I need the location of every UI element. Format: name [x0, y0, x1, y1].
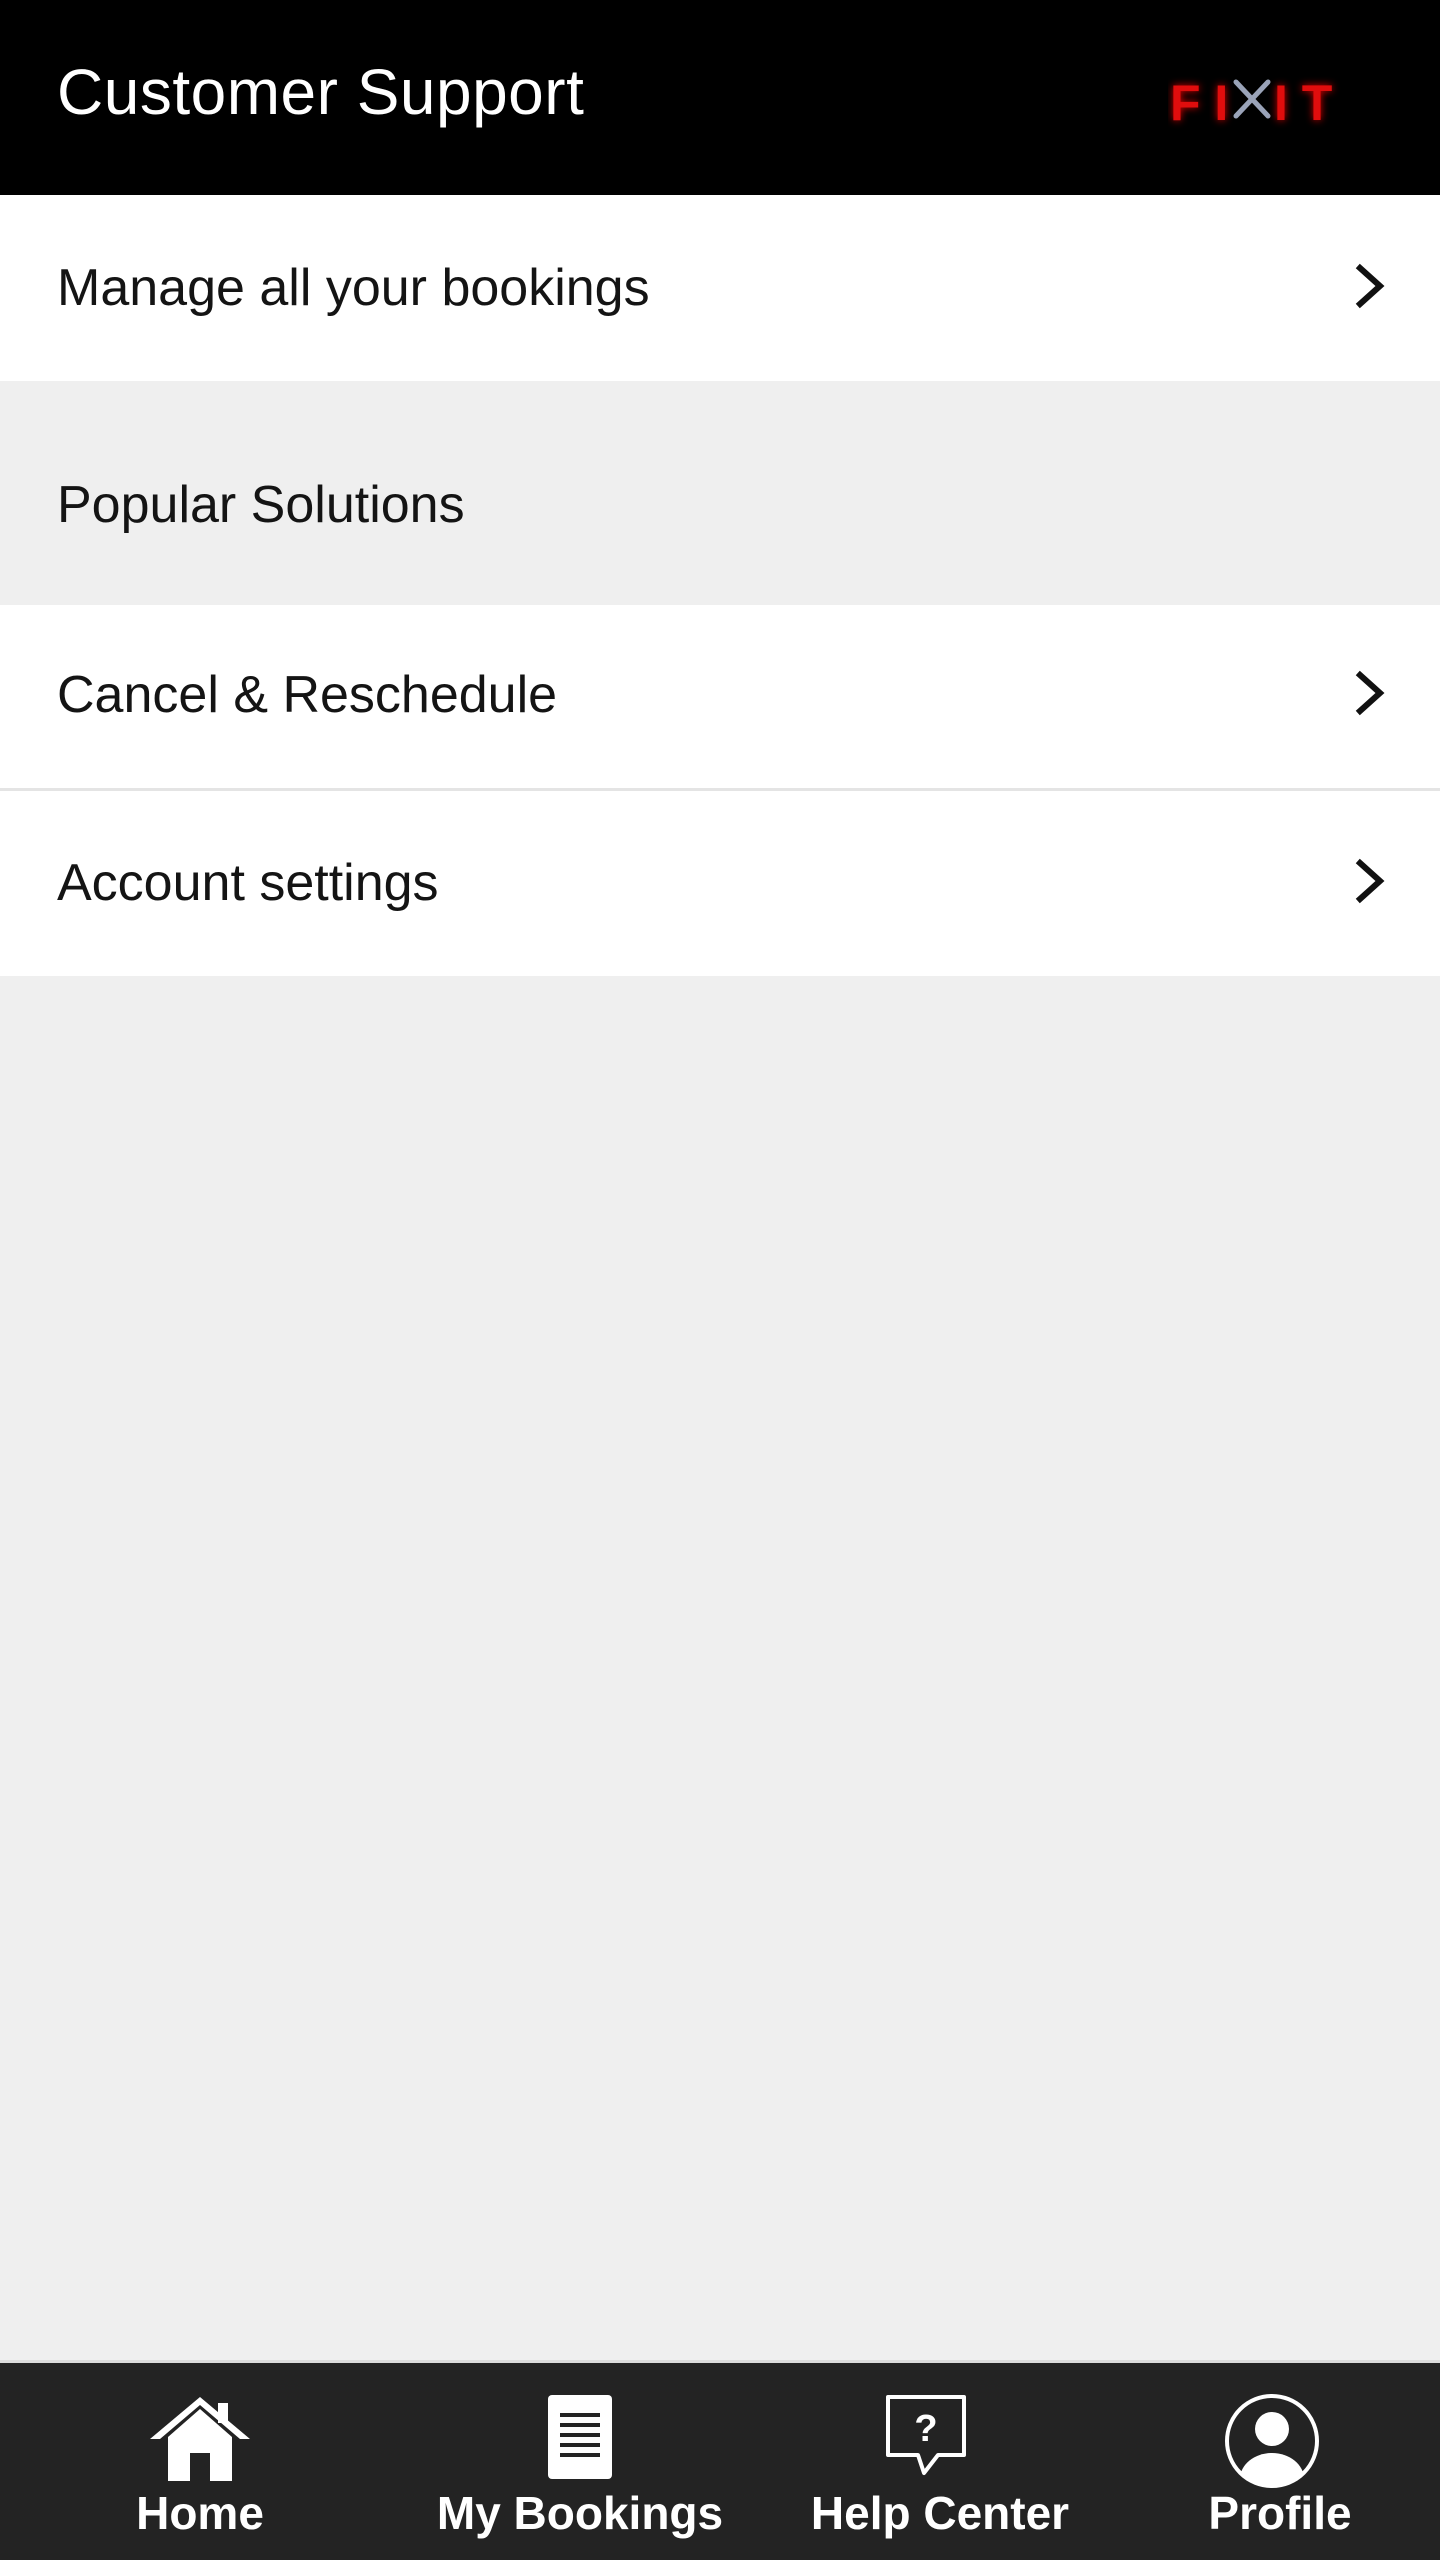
nav-profile[interactable]: Profile	[1180, 2363, 1380, 2560]
page-title: Customer Support	[57, 56, 585, 128]
nav-home[interactable]: Home	[100, 2363, 300, 2560]
bottom-navigation: Home My Bookings ? Help Center Profile	[0, 2360, 1440, 2560]
document-icon	[546, 2393, 614, 2481]
chevron-right-icon	[1350, 669, 1390, 717]
nav-profile-label: Profile	[1208, 2487, 1352, 2539]
nav-help-center[interactable]: ? Help Center	[800, 2363, 1080, 2560]
app-bar: Customer Support F I I T	[0, 0, 1440, 195]
nav-home-label: Home	[136, 2487, 264, 2539]
popular-solutions-section-header: Popular Solutions	[0, 381, 1440, 605]
svg-text:I T: I T	[1274, 75, 1332, 131]
manage-bookings-label: Manage all your bookings	[57, 259, 650, 317]
cancel-reschedule-row[interactable]: Cancel & Reschedule	[0, 605, 1440, 788]
cancel-reschedule-label: Cancel & Reschedule	[57, 666, 558, 724]
manage-bookings-row[interactable]: Manage all your bookings	[0, 195, 1440, 381]
nav-my-bookings-label: My Bookings	[436, 2487, 724, 2539]
account-settings-row[interactable]: Account settings	[0, 791, 1440, 976]
home-icon	[146, 2393, 254, 2483]
nav-my-bookings[interactable]: My Bookings	[430, 2363, 730, 2560]
fixit-logo: F I I T	[1168, 66, 1352, 138]
user-circle-icon	[1224, 2393, 1320, 2489]
chevron-right-icon	[1350, 857, 1390, 905]
help-chat-icon: ?	[884, 2393, 968, 2477]
logo-wordmark: F I	[1170, 75, 1228, 131]
account-settings-label: Account settings	[57, 854, 439, 912]
nav-help-center-label: Help Center	[810, 2487, 1070, 2539]
chevron-right-icon	[1350, 262, 1390, 310]
customer-support-screen: Customer Support F I I T Manage all your…	[0, 0, 1440, 2560]
popular-solutions-label: Popular Solutions	[57, 476, 465, 534]
svg-text:?: ?	[914, 2408, 937, 2450]
